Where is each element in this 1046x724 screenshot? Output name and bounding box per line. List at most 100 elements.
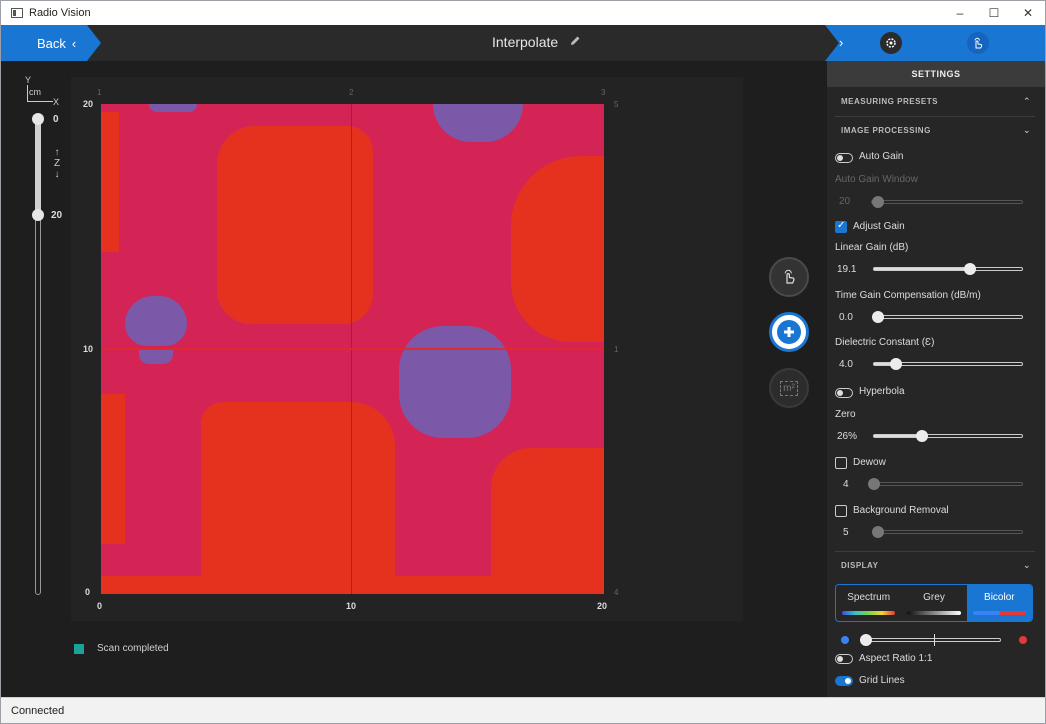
tgc-slider[interactable] xyxy=(872,311,1023,323)
slider-handle[interactable] xyxy=(890,358,902,370)
section-title: MEASURING PRESETS xyxy=(841,97,938,106)
tgc-value: 0.0 xyxy=(839,312,853,323)
void-region xyxy=(125,296,187,346)
dewow-checkbox[interactable] xyxy=(835,457,847,469)
auto-gain-window-label: Auto Gain Window xyxy=(835,174,918,185)
auto-gain-window-slider[interactable] xyxy=(871,196,1023,208)
spectrum-mode-option[interactable]: Spectrum xyxy=(836,585,901,621)
area-measure-icon: m² xyxy=(780,380,798,396)
bicolor-threshold-slider[interactable] xyxy=(860,634,1001,646)
zero-slider[interactable] xyxy=(873,430,1023,442)
settings-header: SETTINGS xyxy=(827,61,1045,87)
spectrum-gradient xyxy=(842,611,896,615)
page-title: Interpolate xyxy=(492,34,559,50)
slider-handle[interactable] xyxy=(872,526,884,538)
void-region xyxy=(433,104,523,142)
title-bar: Radio Vision – ☐ ✕ xyxy=(1,1,1045,25)
area-measure-button[interactable]: m² xyxy=(769,368,809,408)
close-button[interactable]: ✕ xyxy=(1011,1,1045,25)
slider-handle[interactable] xyxy=(916,430,928,442)
grid-top-label: 2 xyxy=(349,88,354,97)
background-removal-slider[interactable] xyxy=(872,526,1023,538)
y-tick-label: 0 xyxy=(85,587,91,597)
top-bar: Back ‹ Interpolate › xyxy=(1,25,1045,61)
axis-unit-label: cm xyxy=(29,87,41,97)
back-label: Back xyxy=(37,35,66,51)
axis-x-label: X xyxy=(53,97,60,107)
add-point-button[interactable] xyxy=(769,312,809,352)
slider-handle[interactable] xyxy=(964,263,976,275)
grid-top-label: 1 xyxy=(97,88,102,97)
depth-bottom-handle[interactable] xyxy=(32,209,44,221)
scan-status-text: Scan completed xyxy=(97,643,169,654)
settings-gear-icon[interactable] xyxy=(880,32,902,54)
reflection-region xyxy=(101,112,119,252)
z-axis-label: Z xyxy=(53,158,61,169)
hyperbola-toggle[interactable] xyxy=(835,388,853,398)
slider-handle[interactable] xyxy=(868,478,880,490)
window-title: Radio Vision xyxy=(29,7,91,19)
chevron-down-icon: ⌄ xyxy=(1022,560,1031,570)
slider-handle[interactable] xyxy=(872,196,884,208)
image-processing-section[interactable]: IMAGE PROCESSING ⌄ xyxy=(841,125,1031,135)
bicolor-low-dot xyxy=(841,636,849,644)
hyperbola-label: Hyperbola xyxy=(859,386,905,397)
depth-bottom-value: 20 xyxy=(51,210,63,221)
z-axis-arrow-icon: ↑ Z ↓ xyxy=(51,147,63,180)
reflection-region xyxy=(101,576,604,594)
void-region xyxy=(399,326,511,438)
chevron-right-icon[interactable]: › xyxy=(839,35,843,50)
tgc-label: Time Gain Compensation (dB/m) xyxy=(835,290,981,301)
maximize-button[interactable]: ☐ xyxy=(977,1,1011,25)
grey-mode-option[interactable]: Grey xyxy=(901,585,966,621)
depth-top-handle[interactable] xyxy=(32,113,44,125)
dielectric-slider[interactable] xyxy=(873,358,1023,370)
option-label: Spectrum xyxy=(847,592,891,603)
scan-image[interactable] xyxy=(101,104,604,594)
bicolor-mode-option[interactable]: Bicolor xyxy=(966,585,1032,621)
bicolor-high-dot xyxy=(1019,636,1027,644)
settings-panel: SETTINGS MEASURING PRESETS ⌃ IMAGE PROCE… xyxy=(827,61,1045,697)
void-region xyxy=(139,350,173,364)
section-title: IMAGE PROCESSING xyxy=(841,126,931,135)
hand-touch-icon xyxy=(781,268,797,287)
grid-lines-toggle[interactable] xyxy=(835,676,853,686)
slider-handle[interactable] xyxy=(860,634,872,646)
color-mode-selector: Spectrum Grey Bicolor xyxy=(835,584,1033,622)
dewow-value: 4 xyxy=(843,479,849,490)
auto-gain-label: Auto Gain xyxy=(859,151,904,162)
linear-gain-slider[interactable] xyxy=(873,263,1023,275)
depth-top-value: 0 xyxy=(53,114,59,125)
grid-lines-label: Grid Lines xyxy=(859,675,905,686)
bicolor-gradient xyxy=(972,611,1026,615)
background-removal-checkbox[interactable] xyxy=(835,505,847,517)
grid-line-horizontal xyxy=(101,348,604,350)
slider-handle[interactable] xyxy=(872,311,884,323)
linear-gain-value: 19.1 xyxy=(837,264,857,275)
plus-icon xyxy=(777,320,801,344)
x-tick-label: 10 xyxy=(346,601,357,611)
pencil-icon[interactable] xyxy=(570,35,582,49)
touch-mode-button[interactable] xyxy=(769,257,809,297)
back-button[interactable]: Back ‹ xyxy=(1,25,101,61)
x-tick-label: 20 xyxy=(597,601,608,611)
y-tick-label: 10 xyxy=(83,344,94,354)
reflection-region xyxy=(491,448,604,594)
auto-gain-toggle[interactable] xyxy=(835,153,853,163)
status-bar: Connected xyxy=(1,697,1045,723)
option-label: Grey xyxy=(923,592,945,603)
aspect-ratio-toggle[interactable] xyxy=(835,654,853,664)
auto-gain-window-value: 20 xyxy=(839,196,851,207)
measuring-presets-section[interactable]: MEASURING PRESETS ⌃ xyxy=(841,96,1031,106)
app-icon xyxy=(11,8,23,18)
grid-right-label: 5 xyxy=(614,100,619,109)
hand-touch-settings-icon[interactable] xyxy=(967,32,989,54)
app-window: Radio Vision – ☐ ✕ Back ‹ Interpolate › … xyxy=(0,0,1046,724)
void-region xyxy=(149,104,197,112)
dewow-slider[interactable] xyxy=(868,478,1023,490)
adjust-gain-checkbox[interactable] xyxy=(835,220,847,233)
display-section[interactable]: DISPLAY ⌄ xyxy=(841,560,1031,570)
dielectric-label: Dielectric Constant (Ɛ) xyxy=(835,337,935,348)
option-label: Bicolor xyxy=(984,592,1015,603)
minimize-button[interactable]: – xyxy=(943,1,977,25)
